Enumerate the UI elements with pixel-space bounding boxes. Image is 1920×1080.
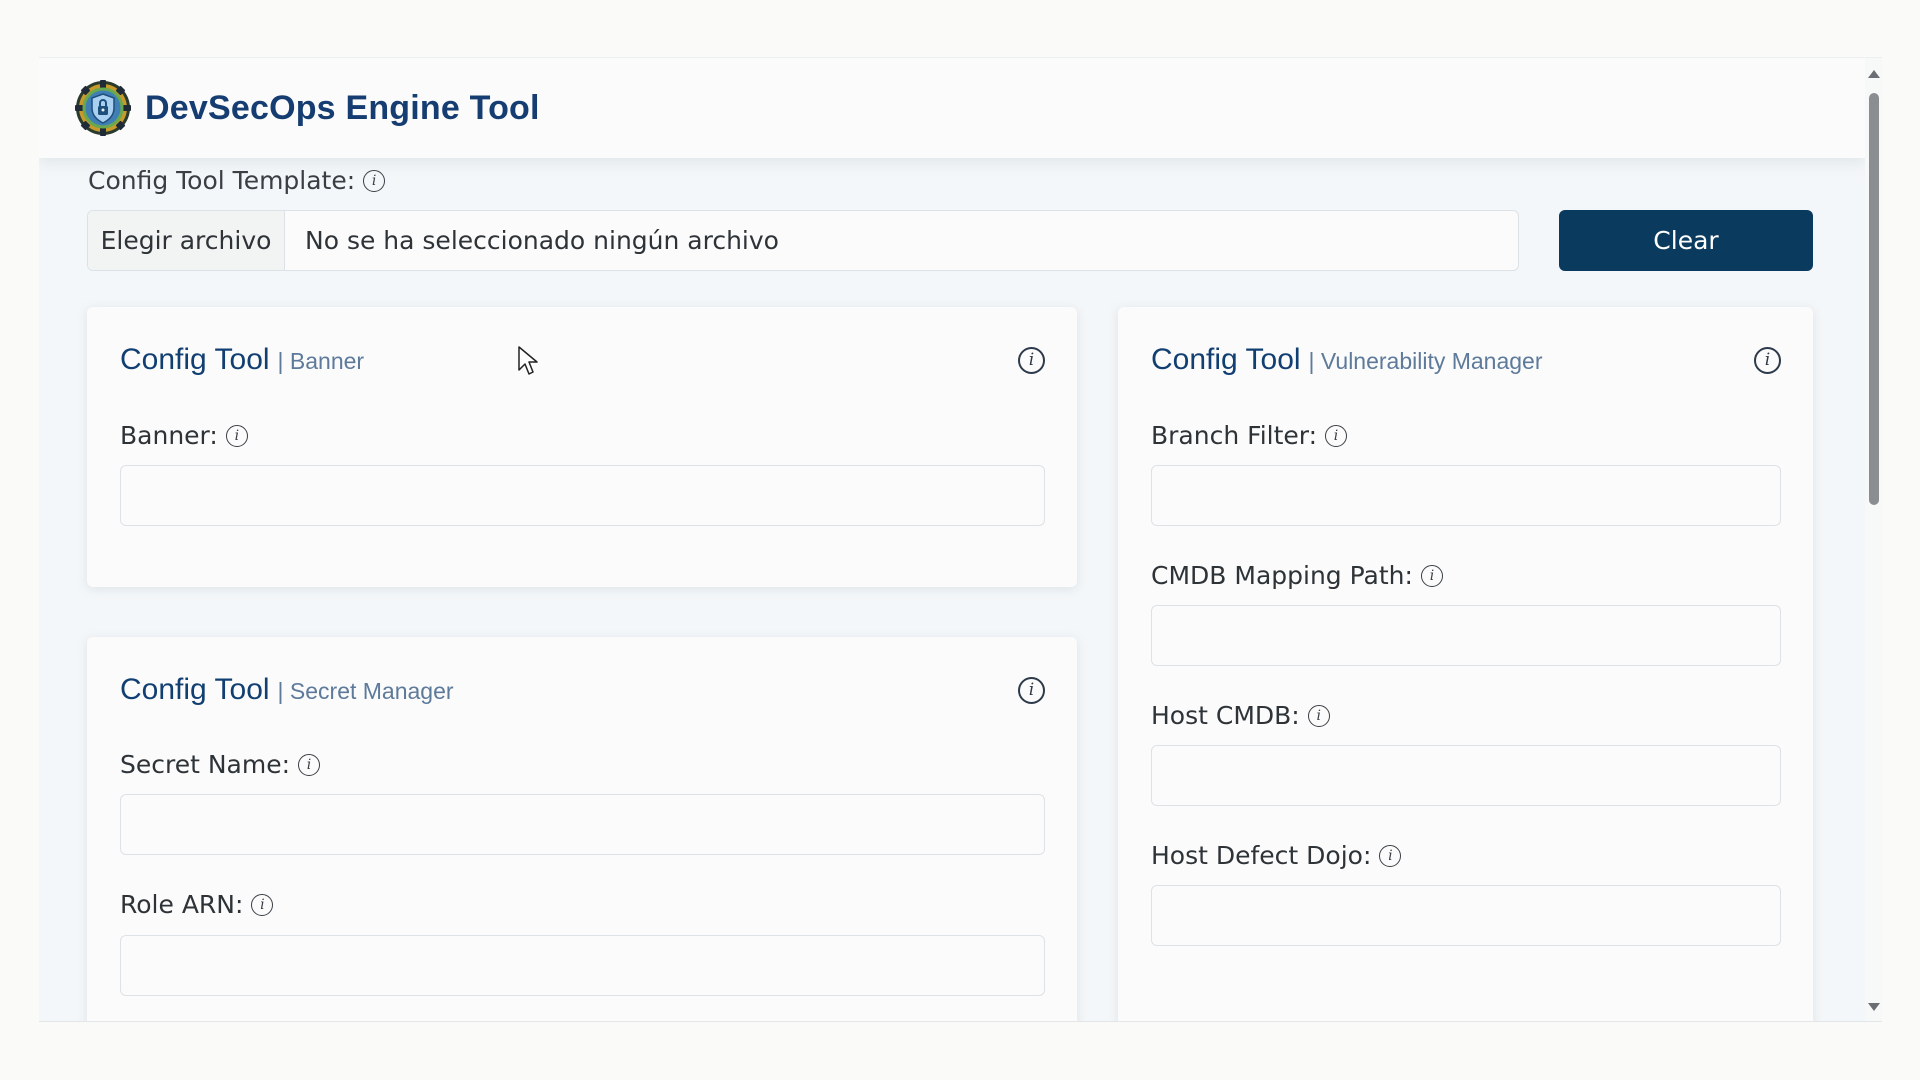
- mouse-cursor-icon: [518, 346, 540, 380]
- card-title: Config Tool: [1151, 343, 1301, 376]
- banner-input[interactable]: [120, 465, 1045, 526]
- host-cmdb-label-text: Host CMDB:: [1151, 701, 1300, 730]
- app-header: DevSecOps Engine Tool: [39, 58, 1865, 158]
- info-icon[interactable]: i: [1754, 346, 1781, 374]
- info-icon[interactable]: i: [298, 753, 321, 776]
- config-template-label-text: Config Tool Template:: [88, 166, 356, 195]
- host-defect-dojo-input[interactable]: [1151, 885, 1781, 946]
- info-icon[interactable]: i: [251, 893, 274, 916]
- banner-label: Banner: i: [120, 421, 248, 450]
- cmdb-mapping-path-input[interactable]: [1151, 605, 1781, 666]
- host-cmdb-label: Host CMDB: i: [1151, 701, 1330, 730]
- info-icon[interactable]: i: [1307, 704, 1330, 727]
- branch-filter-input[interactable]: [1151, 465, 1781, 526]
- secret-name-label-text: Secret Name:: [120, 750, 291, 779]
- host-cmdb-input[interactable]: [1151, 745, 1781, 806]
- role-arn-input[interactable]: [120, 935, 1045, 996]
- branch-filter-label-text: Branch Filter:: [1151, 421, 1318, 450]
- secret-manager-card: Config Tool | Secret Manager i Secret Nam…: [87, 637, 1077, 1021]
- banner-card: Config Tool | Banner i Banner: i: [87, 307, 1077, 587]
- main-content: Config Tool Template: i Elegir archivo N…: [39, 158, 1865, 1021]
- role-arn-label-text: Role ARN:: [120, 890, 244, 919]
- info-icon[interactable]: i: [1018, 346, 1045, 374]
- vulnerability-manager-card: Config Tool | Vulnerability Manager i Bra…: [1118, 307, 1813, 1021]
- cmdb-mapping-path-label: CMDB Mapping Path: i: [1151, 561, 1443, 590]
- cmdb-mapping-path-label-text: CMDB Mapping Path:: [1151, 561, 1413, 590]
- info-icon[interactable]: i: [363, 169, 386, 192]
- clear-button[interactable]: Clear: [1559, 210, 1813, 271]
- secret-name-input[interactable]: [120, 794, 1045, 855]
- file-status-text: No se ha seleccionado ningún archivo: [305, 226, 779, 255]
- scroll-thumb[interactable]: [1869, 93, 1879, 505]
- host-defect-dojo-label-text: Host Defect Dojo:: [1151, 841, 1372, 870]
- secret-card-header: Config Tool | Secret Manager i: [120, 673, 1045, 707]
- card-subtitle: | Vulnerability Manager: [1308, 348, 1543, 374]
- branch-filter-label: Branch Filter: i: [1151, 421, 1348, 450]
- secret-name-label: Secret Name: i: [120, 750, 321, 779]
- config-template-file-input[interactable]: Elegir archivo No se ha seleccionado nin…: [87, 210, 1519, 271]
- vertical-scrollbar[interactable]: [1865, 58, 1882, 1021]
- role-arn-label: Role ARN: i: [120, 890, 274, 919]
- app-title: DevSecOps Engine Tool: [145, 88, 540, 127]
- shield-gear-logo-icon: [73, 78, 133, 138]
- banner-label-text: Banner:: [120, 421, 218, 450]
- config-template-label: Config Tool Template: i: [88, 166, 386, 195]
- info-icon[interactable]: i: [225, 424, 248, 447]
- info-icon[interactable]: i: [1379, 844, 1402, 867]
- scroll-up-arrow-icon[interactable]: [1868, 70, 1880, 78]
- card-title: Config Tool: [120, 343, 270, 376]
- info-icon[interactable]: i: [1325, 424, 1348, 447]
- vuln-card-header: Config Tool | Vulnerability Manager i: [1151, 343, 1781, 377]
- info-icon[interactable]: i: [1018, 676, 1045, 704]
- app-window: DevSecOps Engine Tool Config Tool Templa…: [39, 57, 1882, 1022]
- banner-card-header: Config Tool | Banner i: [120, 343, 1045, 377]
- choose-file-button[interactable]: Elegir archivo: [88, 211, 285, 270]
- card-subtitle: | Banner: [277, 348, 365, 374]
- card-title: Config Tool: [120, 673, 270, 706]
- info-icon[interactable]: i: [1420, 564, 1443, 587]
- host-defect-dojo-label: Host Defect Dojo: i: [1151, 841, 1402, 870]
- scroll-down-arrow-icon[interactable]: [1868, 1003, 1880, 1011]
- card-subtitle: | Secret Manager: [277, 678, 454, 704]
